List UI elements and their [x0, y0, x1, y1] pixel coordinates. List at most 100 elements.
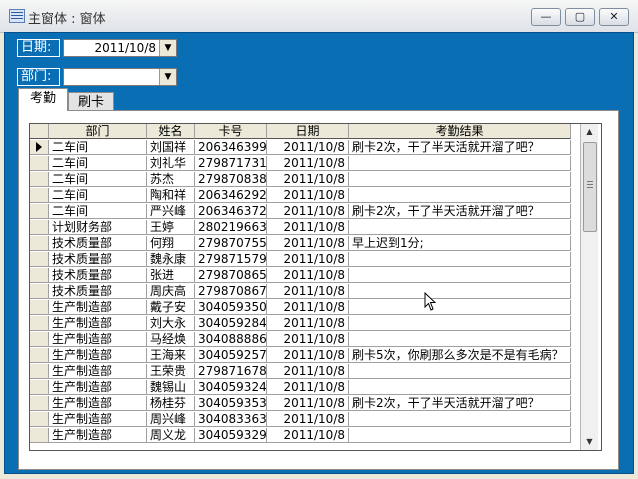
select-all-cell[interactable]	[30, 124, 49, 139]
cell-dept[interactable]: 二车间	[49, 156, 147, 171]
column-header-dept[interactable]: 部门	[49, 124, 147, 139]
row-selector[interactable]	[30, 380, 49, 395]
cell-card[interactable]: 3040592846	[195, 316, 267, 331]
cell-name[interactable]: 魏锡山	[147, 380, 195, 395]
cell-result[interactable]: 刷卡2次，干了半天活就开溜了吧？	[349, 140, 571, 155]
cell-name[interactable]: 王荣贵	[147, 364, 195, 379]
table-row[interactable]: 生产制造部 杨桂芬 3040593534 2011/10/8 刷卡2次，干了半天活就开溜…	[30, 396, 571, 412]
table-row[interactable]: 二车间 苏杰 2798708382 2011/10/8	[30, 172, 571, 188]
cell-name[interactable]: 张进	[147, 268, 195, 283]
cell-dept[interactable]: 生产制造部	[49, 316, 147, 331]
row-selector[interactable]	[30, 284, 49, 299]
close-button[interactable]: ✕	[599, 8, 629, 26]
maximize-button[interactable]: ▢	[565, 8, 595, 26]
cell-card[interactable]: 3040593294	[195, 428, 267, 443]
row-selector[interactable]	[30, 364, 49, 379]
cell-result[interactable]	[349, 172, 571, 187]
cell-dept[interactable]: 二车间	[49, 172, 147, 187]
cell-dept[interactable]: 生产制造部	[49, 332, 147, 347]
cell-name[interactable]: 戴子安	[147, 300, 195, 315]
minimize-button[interactable]: —	[531, 8, 561, 26]
cell-dept[interactable]: 二车间	[49, 188, 147, 203]
cell-card[interactable]: 3040593246	[195, 380, 267, 395]
table-row[interactable]: 生产制造部 周兴峰 3040833630 2011/10/8	[30, 412, 571, 428]
cell-date[interactable]: 2011/10/8	[267, 380, 349, 395]
attendance-datasheet[interactable]: 部门 姓名 卡号 日期 考勤结果 二车间 刘国祥 2063463998 2011/10…	[29, 123, 602, 451]
table-row[interactable]: 技术质量部 何翔 2798707550 2011/10/8 早上迟到1分;	[30, 236, 571, 252]
cell-name[interactable]: 周庆高	[147, 284, 195, 299]
cell-date[interactable]: 2011/10/8	[267, 284, 349, 299]
cell-name[interactable]: 马经焕	[147, 332, 195, 347]
table-row[interactable]: 二车间 陶和祥 2063462926 2011/10/8	[30, 188, 571, 204]
cell-card[interactable]: 3040592574	[195, 348, 267, 363]
cell-name[interactable]: 刘礼华	[147, 156, 195, 171]
cell-dept[interactable]: 技术质量部	[49, 236, 147, 251]
cell-card[interactable]: 2798715790	[195, 252, 267, 267]
table-row[interactable]: 技术质量部 周庆高 2798708670 2011/10/8	[30, 284, 571, 300]
cell-dept[interactable]: 生产制造部	[49, 396, 147, 411]
row-selector[interactable]	[30, 268, 49, 283]
cell-name[interactable]: 刘国祥	[147, 140, 195, 155]
cell-result[interactable]: 刷卡5次，你刷那么多次是不是有毛病？	[349, 348, 571, 363]
dept-combobox[interactable]: ▼	[63, 68, 177, 86]
row-selector[interactable]	[30, 236, 49, 251]
cell-result[interactable]	[349, 156, 571, 171]
row-selector[interactable]	[30, 332, 49, 347]
cell-result[interactable]	[349, 220, 571, 235]
column-header-card[interactable]: 卡号	[195, 124, 267, 139]
cell-date[interactable]: 2011/10/8	[267, 204, 349, 219]
cell-name[interactable]: 周兴峰	[147, 412, 195, 427]
cell-dept[interactable]: 生产制造部	[49, 364, 147, 379]
table-row[interactable]: 二车间 刘礼华 2798717310 2011/10/8	[30, 156, 571, 172]
cell-date[interactable]: 2011/10/8	[267, 236, 349, 251]
cell-dept[interactable]: 技术质量部	[49, 284, 147, 299]
cell-date[interactable]: 2011/10/8	[267, 268, 349, 283]
row-selector[interactable]	[30, 204, 49, 219]
cell-name[interactable]: 杨桂芬	[147, 396, 195, 411]
cell-name[interactable]: 陶和祥	[147, 188, 195, 203]
column-header-result[interactable]: 考勤结果	[349, 124, 571, 139]
row-selector[interactable]	[30, 396, 49, 411]
row-selector[interactable]	[30, 156, 49, 171]
cell-result[interactable]	[349, 188, 571, 203]
cell-result[interactable]	[349, 332, 571, 347]
date-combobox[interactable]: 2011/10/8 ▼	[63, 39, 177, 57]
table-row[interactable]: 二车间 严兴峰 2063463726 2011/10/8 刷卡2次，干了半天活就开溜了吧…	[30, 204, 571, 220]
cell-date[interactable]: 2011/10/8	[267, 396, 349, 411]
table-row[interactable]: 生产制造部 刘大永 3040592846 2011/10/8	[30, 316, 571, 332]
cell-dept[interactable]: 计划财务部	[49, 220, 147, 235]
cell-result[interactable]	[349, 252, 571, 267]
cell-result[interactable]	[349, 268, 571, 283]
cell-dept[interactable]: 生产制造部	[49, 300, 147, 315]
row-selector[interactable]	[30, 316, 49, 331]
cell-date[interactable]: 2011/10/8	[267, 140, 349, 155]
cell-result[interactable]	[349, 316, 571, 331]
cell-date[interactable]: 2011/10/8	[267, 220, 349, 235]
cell-dept[interactable]: 二车间	[49, 204, 147, 219]
cell-result[interactable]: 刷卡2次，干了半天活就开溜了吧？	[349, 396, 571, 411]
cell-name[interactable]: 苏杰	[147, 172, 195, 187]
cell-date[interactable]: 2011/10/8	[267, 364, 349, 379]
row-selector[interactable]	[30, 140, 49, 155]
cell-card[interactable]: 2798716782	[195, 364, 267, 379]
row-selector[interactable]	[30, 220, 49, 235]
cell-dept[interactable]: 技术质量部	[49, 252, 147, 267]
cell-dept[interactable]: 生产制造部	[49, 428, 147, 443]
cell-date[interactable]: 2011/10/8	[267, 252, 349, 267]
table-row[interactable]: 生产制造部 魏锡山 3040593246 2011/10/8	[30, 380, 571, 396]
cell-date[interactable]: 2011/10/8	[267, 428, 349, 443]
cell-card[interactable]: 2798708654	[195, 268, 267, 283]
scroll-thumb[interactable]	[583, 142, 597, 232]
cell-card[interactable]: 3040833630	[195, 412, 267, 427]
cell-result[interactable]: 早上迟到1分;	[349, 236, 571, 251]
row-selector[interactable]	[30, 300, 49, 315]
cell-result[interactable]	[349, 364, 571, 379]
table-row[interactable]: 生产制造部 周义龙 3040593294 2011/10/8	[30, 428, 571, 444]
cell-date[interactable]: 2011/10/8	[267, 300, 349, 315]
chevron-down-icon[interactable]: ▼	[159, 69, 176, 85]
table-row[interactable]: 技术质量部 魏永康 2798715790 2011/10/8	[30, 252, 571, 268]
cell-name[interactable]: 刘大永	[147, 316, 195, 331]
cell-card[interactable]: 3040593534	[195, 396, 267, 411]
vertical-scrollbar[interactable]: ▲ ▼	[580, 124, 598, 450]
row-selector[interactable]	[30, 172, 49, 187]
